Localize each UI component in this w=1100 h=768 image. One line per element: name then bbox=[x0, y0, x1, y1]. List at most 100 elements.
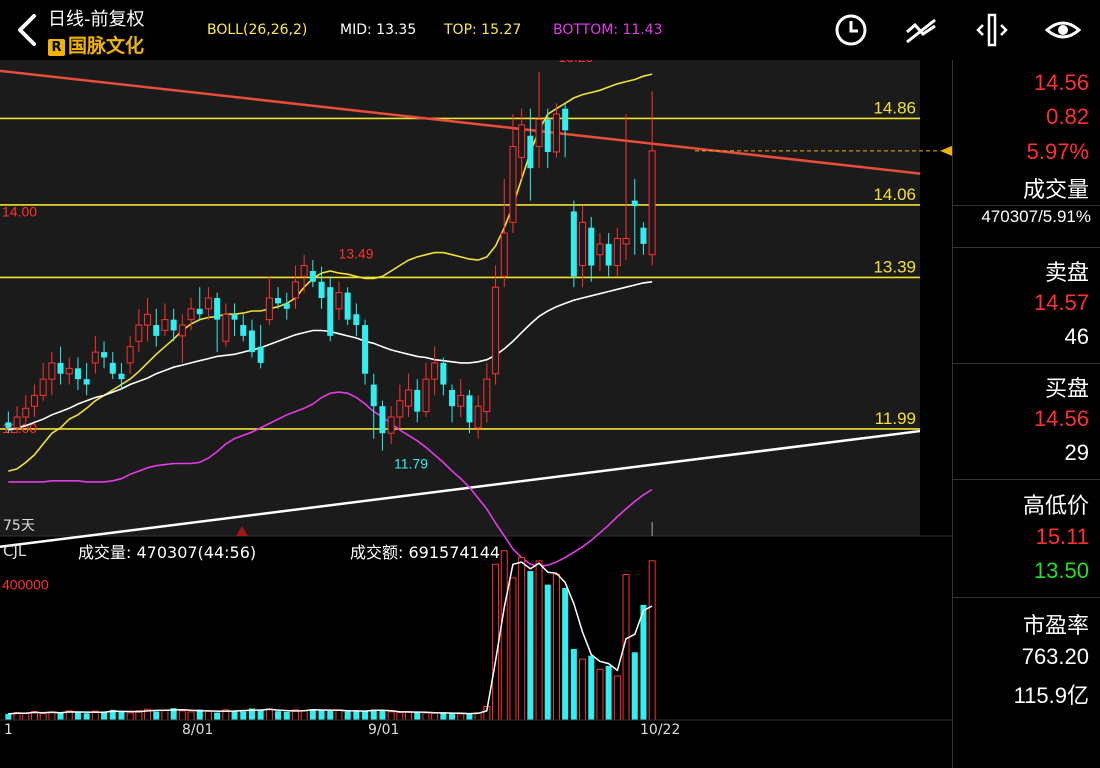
volume-bar bbox=[178, 710, 186, 721]
eye-icon[interactable] bbox=[1044, 12, 1082, 48]
candle-body bbox=[622, 238, 630, 245]
level-label: 13.39 bbox=[873, 257, 916, 276]
candle-body bbox=[39, 378, 47, 396]
price-annotation: 15.29 bbox=[558, 60, 593, 65]
volume-bar bbox=[5, 713, 12, 720]
last-price: 14.56 bbox=[1033, 70, 1089, 95]
price-change: 0.82 bbox=[1046, 104, 1089, 129]
candle-body bbox=[387, 416, 395, 434]
candle-body bbox=[118, 373, 125, 380]
volume-bar bbox=[544, 584, 551, 720]
x-tick-label: 10/22 bbox=[640, 722, 681, 738]
volume-bar bbox=[588, 655, 595, 720]
candle-body bbox=[431, 362, 439, 380]
candle-body bbox=[275, 298, 282, 304]
volume-bar bbox=[527, 571, 534, 720]
volume-bar bbox=[414, 712, 421, 720]
volume-bar bbox=[405, 711, 413, 721]
buy-section: 买盘 14.56 29 bbox=[953, 363, 1100, 480]
volume-bar bbox=[335, 709, 343, 721]
volume-bar bbox=[57, 712, 64, 720]
indicator-name[interactable]: BOLL(26,26,2) bbox=[207, 22, 307, 38]
volume-bar bbox=[500, 550, 508, 721]
volume-bar bbox=[118, 711, 125, 720]
volume-bar bbox=[344, 711, 351, 720]
buy-title: 买盘 bbox=[1044, 376, 1089, 401]
clock-icon[interactable] bbox=[833, 12, 869, 48]
draw-line-icon[interactable] bbox=[903, 12, 939, 48]
volume-bar bbox=[257, 710, 264, 720]
volume-label: 成交量: 470307(44:56) bbox=[78, 543, 256, 562]
candle-body bbox=[353, 314, 360, 326]
candle-body bbox=[283, 303, 290, 309]
top-bar: 日线-前复权 R 国脉文化 BOLL(26,26,2) MID: 13.35 TO… bbox=[0, 0, 1100, 60]
pe-title: 市盈率 bbox=[1022, 613, 1089, 638]
candle-body bbox=[248, 330, 255, 353]
volume-bar bbox=[300, 710, 308, 721]
candle-body bbox=[370, 384, 377, 407]
volume-bar bbox=[265, 708, 273, 721]
x-tick-label: 1 bbox=[4, 722, 13, 738]
candle-body bbox=[126, 346, 134, 364]
low-price: 13.50 bbox=[1033, 558, 1089, 583]
candle-body bbox=[318, 281, 325, 298]
candle-body bbox=[527, 135, 534, 169]
candle-body bbox=[500, 232, 508, 277]
sell-price: 14.57 bbox=[1033, 290, 1089, 315]
candle-body bbox=[640, 227, 647, 244]
price-section: 14.56 0.82 5.97% 成交量 bbox=[953, 60, 1100, 206]
candle-body bbox=[309, 270, 316, 282]
candle-body bbox=[474, 405, 482, 429]
candle-body bbox=[535, 119, 543, 148]
volume-section: 470307/5.91% bbox=[953, 205, 1100, 248]
sell-title: 卖盘 bbox=[1044, 260, 1089, 285]
volume-bar bbox=[449, 713, 456, 720]
candle-body bbox=[396, 400, 404, 418]
volume-bar bbox=[309, 709, 316, 720]
volume-bar bbox=[457, 713, 465, 721]
candle-body bbox=[466, 395, 473, 423]
price-annotation: 11.79 bbox=[394, 456, 428, 472]
candle-body bbox=[240, 325, 247, 336]
volume-bar bbox=[153, 711, 160, 720]
volume-bar bbox=[126, 712, 134, 721]
candle-body bbox=[596, 243, 604, 256]
candle-body bbox=[196, 308, 203, 315]
candle-body bbox=[291, 281, 299, 299]
indicator-mid: MID: 13.35 bbox=[340, 22, 417, 38]
kline-chart[interactable]: 14.8614.0613.3911.9914.0012.0015.2913.49… bbox=[0, 60, 952, 742]
volume-bar bbox=[605, 665, 612, 720]
candle-body bbox=[344, 292, 351, 320]
period-days-label: 75天 bbox=[3, 518, 35, 534]
period-label[interactable]: 日线-前复权 bbox=[48, 5, 145, 31]
volume-bar bbox=[396, 712, 404, 721]
volume-bar bbox=[327, 710, 334, 720]
amount-label: 成交额: 691574144 bbox=[350, 543, 500, 562]
candle-body bbox=[552, 113, 560, 153]
candle-body bbox=[5, 422, 12, 428]
volume-bar bbox=[509, 577, 517, 721]
candle-body bbox=[178, 324, 186, 337]
candle-body bbox=[109, 362, 116, 374]
volume-bar bbox=[39, 713, 47, 721]
volume-value: 470307/5.91% bbox=[981, 207, 1091, 226]
quote-sidebar: 14.56 0.82 5.97% 成交量 470307/5.91% 卖盘 14.… bbox=[952, 60, 1100, 768]
candle-body bbox=[91, 351, 99, 364]
candle-body bbox=[30, 394, 38, 407]
candle-body bbox=[57, 362, 64, 374]
candle-body bbox=[214, 298, 221, 320]
candle-body bbox=[231, 314, 238, 320]
candle-body bbox=[613, 238, 621, 267]
compare-icon[interactable] bbox=[974, 12, 1010, 48]
volume-bar bbox=[562, 588, 569, 720]
volume-bar bbox=[422, 712, 430, 721]
volume-bar bbox=[275, 711, 282, 720]
back-button[interactable] bbox=[12, 10, 42, 50]
volume-bar bbox=[22, 712, 30, 721]
volume-bar bbox=[353, 711, 360, 720]
candle-body bbox=[101, 352, 108, 358]
volume-bar bbox=[187, 711, 195, 721]
candle-body bbox=[13, 416, 21, 429]
buy-qty: 29 bbox=[1064, 440, 1089, 465]
level-label: 14.06 bbox=[873, 185, 916, 204]
